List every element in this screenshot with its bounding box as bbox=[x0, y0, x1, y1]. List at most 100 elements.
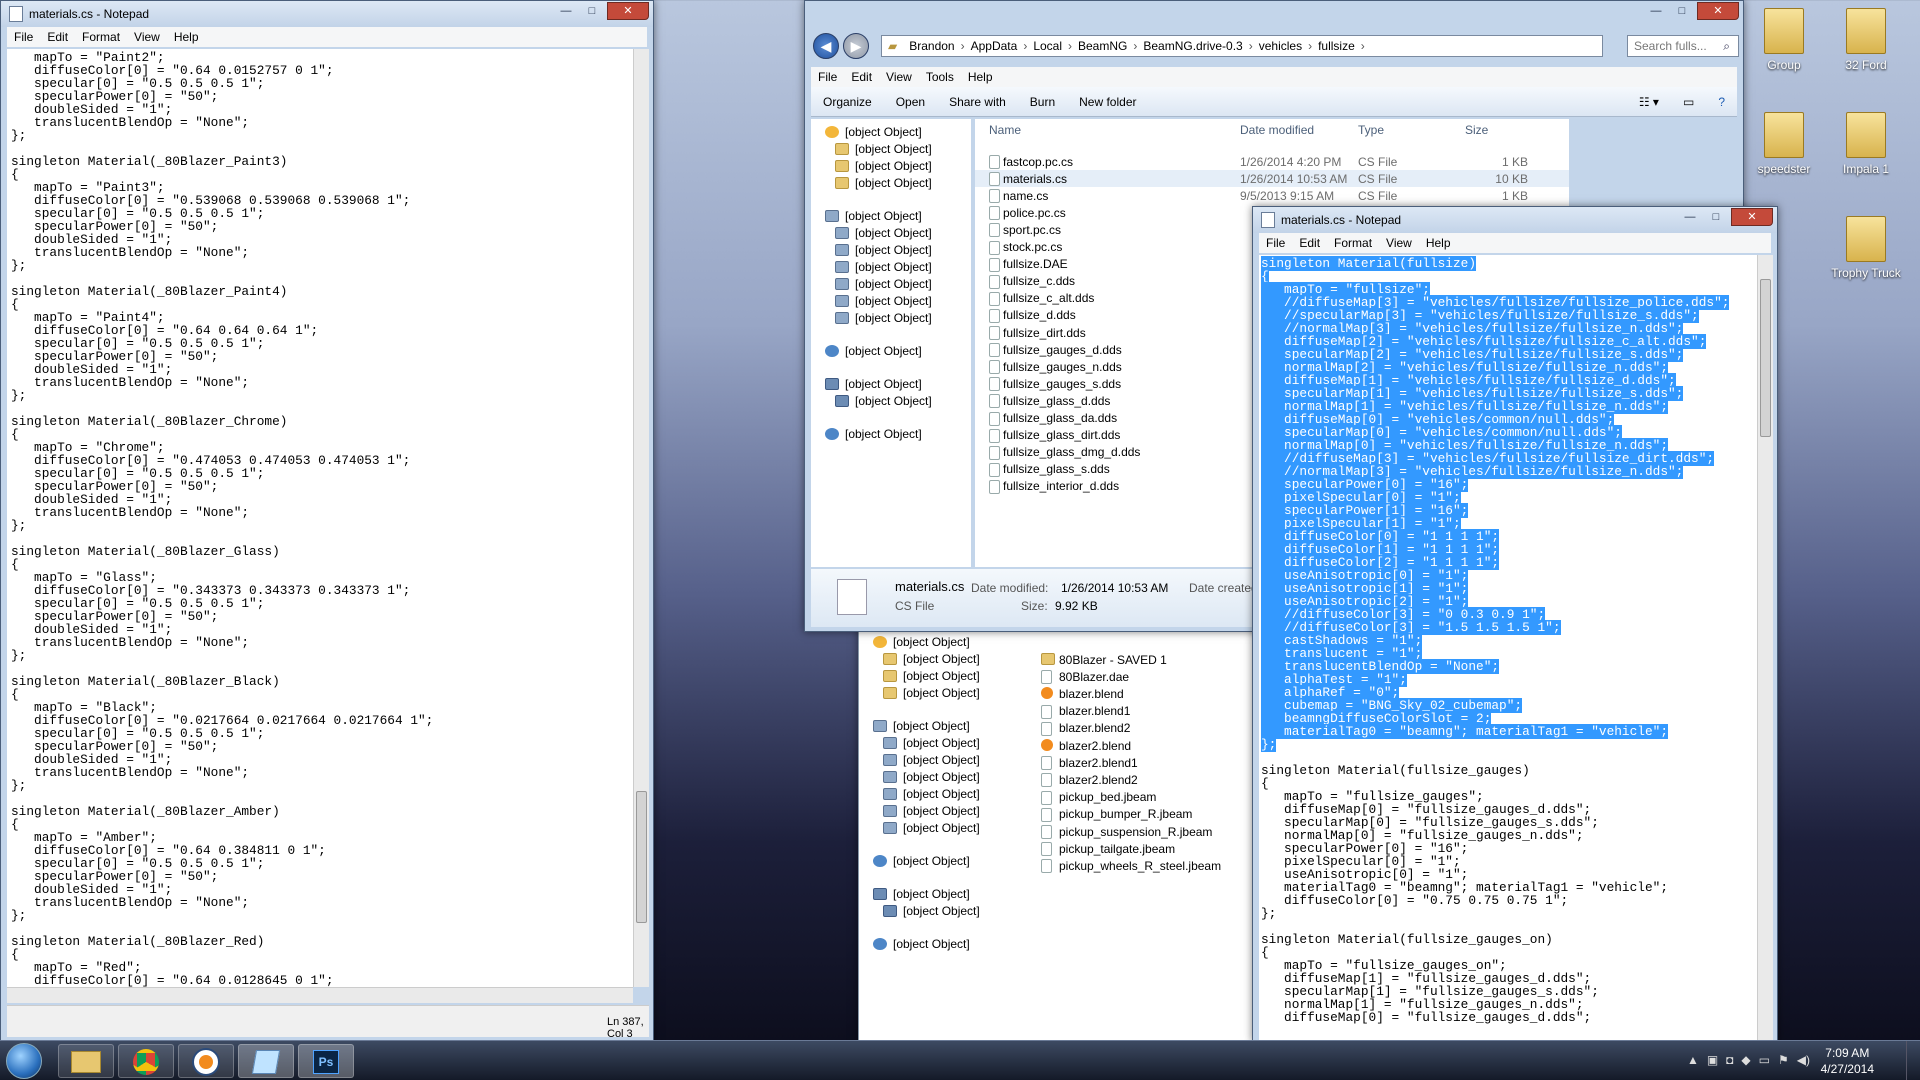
navigation-pane[interactable]: [object Object] [object Object] [object Ob… bbox=[811, 119, 971, 567]
maximize-button[interactable]: □ bbox=[1703, 208, 1729, 226]
nav-item-libraries[interactable]: [object Object] bbox=[825, 207, 922, 225]
command-share-with[interactable]: Share with bbox=[937, 95, 1018, 109]
preview-pane-icon[interactable]: ▭ bbox=[1671, 95, 1706, 109]
tray-expand-icon[interactable]: ▲ bbox=[1687, 1053, 1699, 1067]
file-row[interactable]: blazer.blend2 bbox=[1037, 720, 1267, 737]
volume-icon[interactable]: ◀) bbox=[1797, 1053, 1810, 1067]
file-row[interactable]: name.cs 9/5/2013 9:15 AM CS File 1 KB bbox=[975, 187, 1569, 204]
nav-item-network[interactable]: [object Object] bbox=[873, 935, 970, 953]
minimize-button[interactable]: — bbox=[1643, 2, 1669, 20]
file-row[interactable]: 80Blazer - SAVED 1 bbox=[1037, 651, 1267, 668]
explorer-taskbar-button[interactable] bbox=[58, 1044, 114, 1078]
breadcrumb-item[interactable]: vehicles bbox=[1253, 39, 1308, 53]
flag-icon[interactable]: ⚑ bbox=[1778, 1053, 1789, 1067]
photoshop-taskbar-button[interactable]: Ps bbox=[298, 1044, 354, 1078]
address-bar[interactable]: ▰ Brandon › AppData › Local › BeamNG › BeamNG.dri… bbox=[881, 35, 1603, 57]
menu-edit[interactable]: Edit bbox=[1292, 233, 1327, 253]
nav-item-scripts[interactable]: [object Object] bbox=[883, 802, 980, 820]
battery-icon[interactable]: ▭ bbox=[1759, 1053, 1770, 1067]
file-row[interactable]: pickup_bed.jbeam bbox=[1037, 789, 1267, 806]
nav-item-desktop[interactable]: [object Object] bbox=[835, 157, 932, 175]
menu-file[interactable]: File bbox=[811, 67, 844, 87]
menu-format[interactable]: Format bbox=[75, 27, 127, 47]
menu-help[interactable]: Help bbox=[961, 67, 1000, 87]
maximize-button[interactable]: □ bbox=[579, 2, 605, 20]
horizontal-scrollbar[interactable] bbox=[7, 987, 633, 1003]
breadcrumb-item[interactable]: BeamNG bbox=[1072, 39, 1133, 53]
menu-file[interactable]: File bbox=[1259, 233, 1292, 253]
nav-item-desktop[interactable]: [object Object] bbox=[883, 667, 980, 685]
explorer-bottom-window[interactable]: [object Object] [object Object] [object Ob… bbox=[858, 620, 1268, 1042]
file-row[interactable]: pickup_bumper_R.jbeam bbox=[1037, 806, 1267, 823]
nav-item-pictures[interactable]: [object Object] bbox=[883, 785, 980, 803]
menu-edit[interactable]: Edit bbox=[40, 27, 75, 47]
menu-edit[interactable]: Edit bbox=[844, 67, 879, 87]
file-row[interactable]: blazer.blend bbox=[1037, 685, 1267, 702]
text-editor[interactable]: mapTo = "Paint2"; diffuseColor[0] = "0.6… bbox=[7, 49, 633, 987]
view-options-icon[interactable]: ☷ ▾ bbox=[1627, 95, 1671, 109]
title-bar[interactable]: materials.cs - Notepad — □ ✕ bbox=[1, 1, 653, 27]
column-type[interactable]: Type bbox=[1358, 123, 1384, 137]
column-size[interactable]: Size bbox=[1465, 123, 1488, 137]
nav-item-homegroup[interactable]: [object Object] bbox=[825, 342, 922, 360]
breadcrumb-item[interactable]: Brandon bbox=[903, 39, 960, 53]
vertical-scrollbar[interactable] bbox=[1757, 255, 1773, 1041]
nav-item-network[interactable]: [object Object] bbox=[825, 425, 922, 443]
clock[interactable]: 7:09 AM 4/27/2014 bbox=[1821, 1045, 1874, 1077]
column-date-modified[interactable]: Date modified bbox=[1240, 123, 1314, 137]
breadcrumb-item[interactable]: AppData bbox=[965, 39, 1024, 53]
command-organize[interactable]: Organize bbox=[811, 95, 884, 109]
notepad-right-window[interactable]: materials.cs - Notepad — □ ✕ File Edit For… bbox=[1252, 206, 1778, 1042]
desktop-icon-32-ford[interactable]: 32 Ford bbox=[1826, 8, 1906, 72]
system-tray[interactable]: ▲ ▣ ◘ ◆ ▭ ⚑ ◀) bbox=[1687, 1053, 1810, 1067]
minimize-button[interactable]: — bbox=[553, 2, 579, 20]
breadcrumb-separator[interactable]: › bbox=[1361, 39, 1365, 53]
device-icon[interactable]: ◘ bbox=[1726, 1053, 1733, 1067]
close-button[interactable]: ✕ bbox=[607, 2, 649, 20]
close-button[interactable]: ✕ bbox=[1697, 2, 1739, 20]
nav-item-computer[interactable]: [object Object] bbox=[873, 885, 970, 903]
desktop-icon-speedster[interactable]: speedster bbox=[1744, 112, 1824, 176]
menu-help[interactable]: Help bbox=[1419, 233, 1458, 253]
nav-item-beamng-drive-0[interactable]: [object Object] bbox=[835, 224, 932, 242]
notepad-taskbar-button[interactable] bbox=[238, 1044, 294, 1078]
nav-item-downloads[interactable]: [object Object] bbox=[835, 140, 932, 158]
menu-format[interactable]: Format bbox=[1327, 233, 1379, 253]
breadcrumb-item[interactable]: Local bbox=[1027, 39, 1068, 53]
file-list[interactable]: 80Blazer - SAVED 1 80Blazer.dae blazer.ble… bbox=[1037, 651, 1267, 1031]
menu-view[interactable]: View bbox=[1379, 233, 1419, 253]
nav-item-favorites[interactable]: [object Object] bbox=[825, 123, 922, 141]
desktop-icon-group[interactable]: Group bbox=[1744, 8, 1824, 72]
notepad-left-window[interactable]: materials.cs - Notepad — □ ✕ File Edit For… bbox=[0, 0, 654, 1042]
nav-item-homegroup[interactable]: [object Object] bbox=[873, 852, 970, 870]
file-row[interactable]: pickup_suspension_R.jbeam bbox=[1037, 823, 1267, 840]
scrollbar-thumb[interactable] bbox=[1760, 279, 1771, 437]
nav-item-file-transfer[interactable]: [object Object] bbox=[835, 174, 932, 192]
column-name[interactable]: Name bbox=[989, 123, 1021, 137]
file-row[interactable]: pickup_wheels_R_steel.jbeam bbox=[1037, 857, 1267, 874]
file-row[interactable]: blazer2.blend1 bbox=[1037, 754, 1267, 771]
nav-item-beamng-drive-0[interactable]: [object Object] bbox=[883, 734, 980, 752]
network-icon[interactable]: ▣ bbox=[1707, 1053, 1718, 1067]
nav-item-scripts[interactable]: [object Object] bbox=[835, 292, 932, 310]
file-row[interactable]: blazer2.blend bbox=[1037, 737, 1267, 754]
nav-item-local-disk-c-[interactable]: [object Object] bbox=[883, 902, 980, 920]
command-new-folder[interactable]: New folder bbox=[1067, 95, 1148, 109]
file-row[interactable]: pickup_tailgate.jbeam bbox=[1037, 840, 1267, 857]
nav-item-music[interactable]: [object Object] bbox=[835, 258, 932, 276]
nav-item-downloads[interactable]: [object Object] bbox=[883, 650, 980, 668]
start-button[interactable] bbox=[6, 1043, 42, 1079]
nav-item-videos[interactable]: [object Object] bbox=[883, 819, 980, 837]
nav-item-pictures[interactable]: [object Object] bbox=[835, 275, 932, 293]
file-row[interactable]: fastcop.pc.cs 1/26/2014 4:20 PM CS File 1 K… bbox=[975, 153, 1569, 170]
breadcrumb-item[interactable]: BeamNG.drive-0.3 bbox=[1137, 39, 1248, 53]
nav-item-local-disk-c-[interactable]: [object Object] bbox=[835, 392, 932, 410]
menu-file[interactable]: File bbox=[7, 27, 40, 47]
file-row[interactable]: blazer.blend1 bbox=[1037, 703, 1267, 720]
nav-item-libraries[interactable]: [object Object] bbox=[873, 717, 970, 735]
search-box[interactable]: Search fulls... ⌕ bbox=[1627, 35, 1739, 57]
back-button[interactable]: ◀ bbox=[813, 33, 839, 59]
nav-item-music[interactable]: [object Object] bbox=[883, 768, 980, 786]
scrollbar-thumb[interactable] bbox=[636, 791, 647, 923]
vertical-scrollbar[interactable] bbox=[633, 49, 649, 987]
